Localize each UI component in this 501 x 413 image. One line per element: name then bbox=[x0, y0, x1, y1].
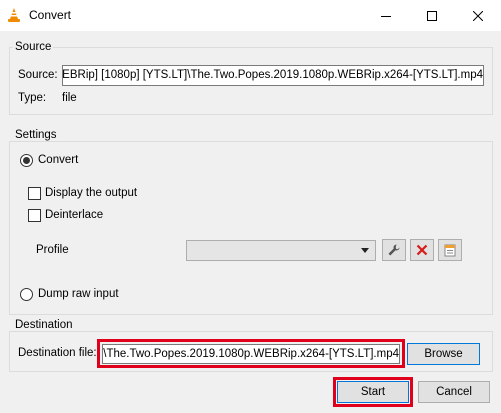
dump-raw-radio[interactable] bbox=[20, 288, 33, 301]
close-icon bbox=[473, 10, 483, 21]
chevron-down-icon bbox=[361, 248, 369, 253]
convert-radio-label[interactable]: Convert bbox=[38, 154, 78, 166]
source-path-field[interactable]: [WEBRip] [1080p] [YTS.LT]\The.Two.Popes.… bbox=[62, 65, 484, 86]
browse-button-label: Browse bbox=[424, 348, 463, 360]
browse-button[interactable]: Browse bbox=[407, 343, 480, 365]
source-path-text: [WEBRip] [1080p] [YTS.LT]\The.Two.Popes.… bbox=[62, 69, 483, 81]
minimize-button[interactable] bbox=[363, 0, 409, 31]
dump-raw-label[interactable]: Dump raw input bbox=[38, 288, 119, 300]
close-button[interactable] bbox=[455, 0, 501, 31]
convert-radio[interactable] bbox=[20, 154, 33, 167]
cancel-button-label: Cancel bbox=[436, 386, 472, 398]
cancel-button[interactable]: Cancel bbox=[418, 381, 490, 403]
minimize-icon bbox=[381, 15, 391, 17]
wrench-icon bbox=[388, 244, 400, 256]
new-profile-button[interactable] bbox=[438, 239, 462, 261]
deinterlace-checkbox[interactable] bbox=[28, 209, 41, 222]
destination-file-text: top\The.Two.Popes.2019.1080p.WEBRip.x264… bbox=[102, 348, 399, 360]
new-profile-icon bbox=[444, 244, 456, 257]
source-group-label: Source bbox=[13, 41, 54, 53]
profile-label: Profile bbox=[36, 244, 69, 256]
type-value: file bbox=[62, 92, 77, 104]
start-button-label: Start bbox=[360, 386, 386, 398]
window-title: Convert bbox=[29, 8, 72, 22]
source-label: Source: bbox=[18, 69, 58, 81]
vlc-cone-icon bbox=[6, 7, 22, 23]
delete-icon bbox=[416, 244, 428, 256]
destination-group-label: Destination bbox=[13, 319, 75, 331]
destination-file-label: Destination file: bbox=[18, 347, 97, 359]
destination-file-field[interactable]: top\The.Two.Popes.2019.1080p.WEBRip.x264… bbox=[102, 344, 400, 364]
profile-dropdown[interactable] bbox=[186, 240, 376, 261]
type-label: Type: bbox=[18, 92, 47, 104]
display-output-checkbox[interactable] bbox=[28, 187, 41, 200]
edit-profile-button[interactable] bbox=[382, 239, 406, 261]
start-button[interactable]: Start bbox=[337, 381, 409, 403]
display-output-label[interactable]: Display the output bbox=[45, 187, 137, 199]
maximize-icon bbox=[427, 10, 437, 21]
deinterlace-label[interactable]: Deinterlace bbox=[45, 209, 103, 221]
title-bar: Convert bbox=[0, 0, 501, 31]
maximize-button[interactable] bbox=[409, 0, 455, 31]
delete-profile-button[interactable] bbox=[410, 239, 434, 261]
settings-group-label: Settings bbox=[13, 129, 59, 141]
